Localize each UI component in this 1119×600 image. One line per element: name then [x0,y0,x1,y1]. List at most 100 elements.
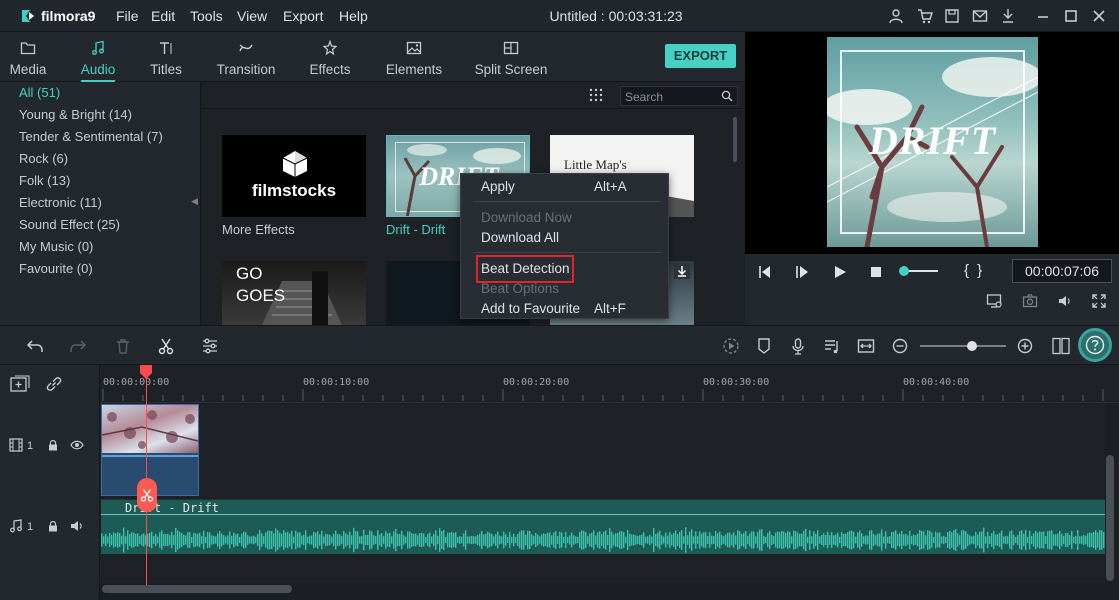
export-button[interactable]: EXPORT [665,44,736,68]
ctx-separator [473,252,661,253]
play-frame-icon[interactable] [794,264,810,280]
sidebar-item-folk[interactable]: Folk (13) [19,173,70,188]
render-preview-icon[interactable] [722,337,740,355]
split-scissors-icon[interactable] [157,337,175,355]
sidebar-item-electronic[interactable]: Electronic (11) [19,195,102,210]
tab-elements[interactable]: Elements [385,32,443,82]
sidebar-item-my-music[interactable]: My Music (0) [19,239,93,254]
split-screen-icon [503,41,519,55]
video-clip-thumbnail [102,405,198,453]
volume-slider-track[interactable] [905,270,938,272]
zoom-in-icon[interactable] [1016,337,1034,355]
filmstocks-wordmark: filmstocks [251,181,337,200]
fit-to-timeline-icon[interactable] [857,337,875,355]
minimize-icon[interactable] [1035,8,1051,24]
search-input[interactable] [625,89,715,105]
sidebar-collapse-icon[interactable]: ◀ [191,196,198,207]
ruler-label-0: 00:00:00:00 [103,377,170,388]
timeline-horizontal-scrollbar[interactable] [102,585,292,593]
sidebar-item-favourite[interactable]: Favourite (0) [19,261,93,276]
playhead-split-icon[interactable] [137,478,157,512]
audio-track-icon [9,519,23,533]
display-settings-icon[interactable] [986,293,1002,309]
volume-icon[interactable] [1057,293,1073,309]
transition-icon [239,44,253,52]
tab-media-label: Media [9,62,47,77]
folder-icon [20,42,36,55]
tab-split-screen-label: Split Screen [474,62,548,77]
adjust-settings-icon[interactable] [201,337,219,355]
playhead-handle[interactable] [139,365,153,379]
tab-effects-label: Effects [309,62,351,77]
context-menu: Apply Alt+A Download Now Download All Be… [460,173,669,319]
tab-effects[interactable]: Effects [306,32,354,82]
image-icon [406,41,422,55]
volume-slider-knob[interactable] [899,266,909,276]
little-maps-thumb-text: Little Map's [564,157,627,172]
effects-icon [322,39,338,56]
fullscreen-icon[interactable] [1091,293,1107,309]
audio-track-lock-icon[interactable] [47,520,59,532]
add-track-icon[interactable] [10,375,30,393]
voiceover-mic-icon[interactable] [789,337,807,355]
download-icon[interactable] [1000,8,1016,24]
cart-icon[interactable] [917,8,933,24]
ctx-apply[interactable]: Apply [481,179,515,194]
tab-audio[interactable]: Audio [78,32,118,82]
sidebar-item-young-bright[interactable]: Young & Bright (14) [19,107,132,122]
video-track-lane[interactable] [100,403,1105,497]
save-icon[interactable] [944,8,960,24]
filmstocks-logo-icon [282,151,308,177]
media-scrollbar[interactable] [733,117,737,162]
zoom-out-icon[interactable] [891,337,909,355]
tab-media[interactable]: Media [8,32,48,82]
zoom-slider-track[interactable] [920,345,1006,347]
media-thumb-go-goes[interactable]: GO GOES [222,261,366,325]
ctx-download-all[interactable]: Download All [481,230,559,245]
sidebar-item-rock[interactable]: Rock (6) [19,151,68,166]
audio-track-speaker-icon[interactable] [70,519,84,533]
ctx-beat-options: Beat Options [481,281,560,296]
ctx-download-now: Download Now [481,210,572,225]
maximize-icon[interactable] [1063,8,1079,24]
play-icon[interactable] [832,264,848,280]
track-headers [0,365,100,600]
tab-transition-label: Transition [216,62,276,77]
sidebar-item-tender-sentimental[interactable]: Tender & Sentimental (7) [19,129,163,144]
sidebar-item-sound-effect[interactable]: Sound Effect (25) [19,217,120,232]
search-icon[interactable] [721,90,733,102]
ruler-label-30s: 00:00:30:00 [703,377,770,388]
undo-icon[interactable] [26,337,44,355]
snapshot-camera-icon[interactable] [1022,293,1038,309]
video-track-icon [9,438,23,452]
zoom-slider-knob[interactable] [966,341,977,351]
audio-mixer-icon[interactable] [823,337,841,355]
video-track-eye-icon[interactable] [70,439,84,451]
add-marker-icon[interactable] [755,337,773,355]
audio-clip[interactable] [101,500,1105,554]
search-box [620,86,738,106]
tab-titles[interactable]: Titles [146,32,186,82]
sidebar-item-all[interactable]: All (51) [19,85,60,100]
stop-icon[interactable] [868,264,884,280]
link-icon[interactable] [45,375,63,393]
previous-frame-icon[interactable] [757,264,773,280]
grid-view-icon[interactable] [589,88,603,105]
help-button[interactable] [1078,328,1112,362]
close-icon[interactable] [1091,8,1107,24]
tab-split-screen[interactable]: Split Screen [474,32,548,82]
video-track-lock-icon[interactable] [47,439,59,451]
ruler-label-20s: 00:00:20:00 [503,377,570,388]
download-badge-icon[interactable] [674,263,690,279]
timeline-vertical-scrollbar[interactable] [1106,455,1114,581]
text-icon [160,42,172,54]
mark-in-out-brackets[interactable]: { } [964,262,982,279]
preview-timecode: 00:00:07:06 [1012,259,1112,283]
account-icon[interactable] [888,8,904,24]
panel-layout-icon[interactable] [1052,337,1070,355]
delete-icon [114,337,132,355]
tab-transition[interactable]: Transition [215,32,277,82]
mail-icon[interactable] [972,8,988,24]
ctx-add-to-favourite[interactable]: Add to Favourite [481,301,580,316]
media-thumb-more-effects[interactable]: filmstocks [222,135,366,217]
